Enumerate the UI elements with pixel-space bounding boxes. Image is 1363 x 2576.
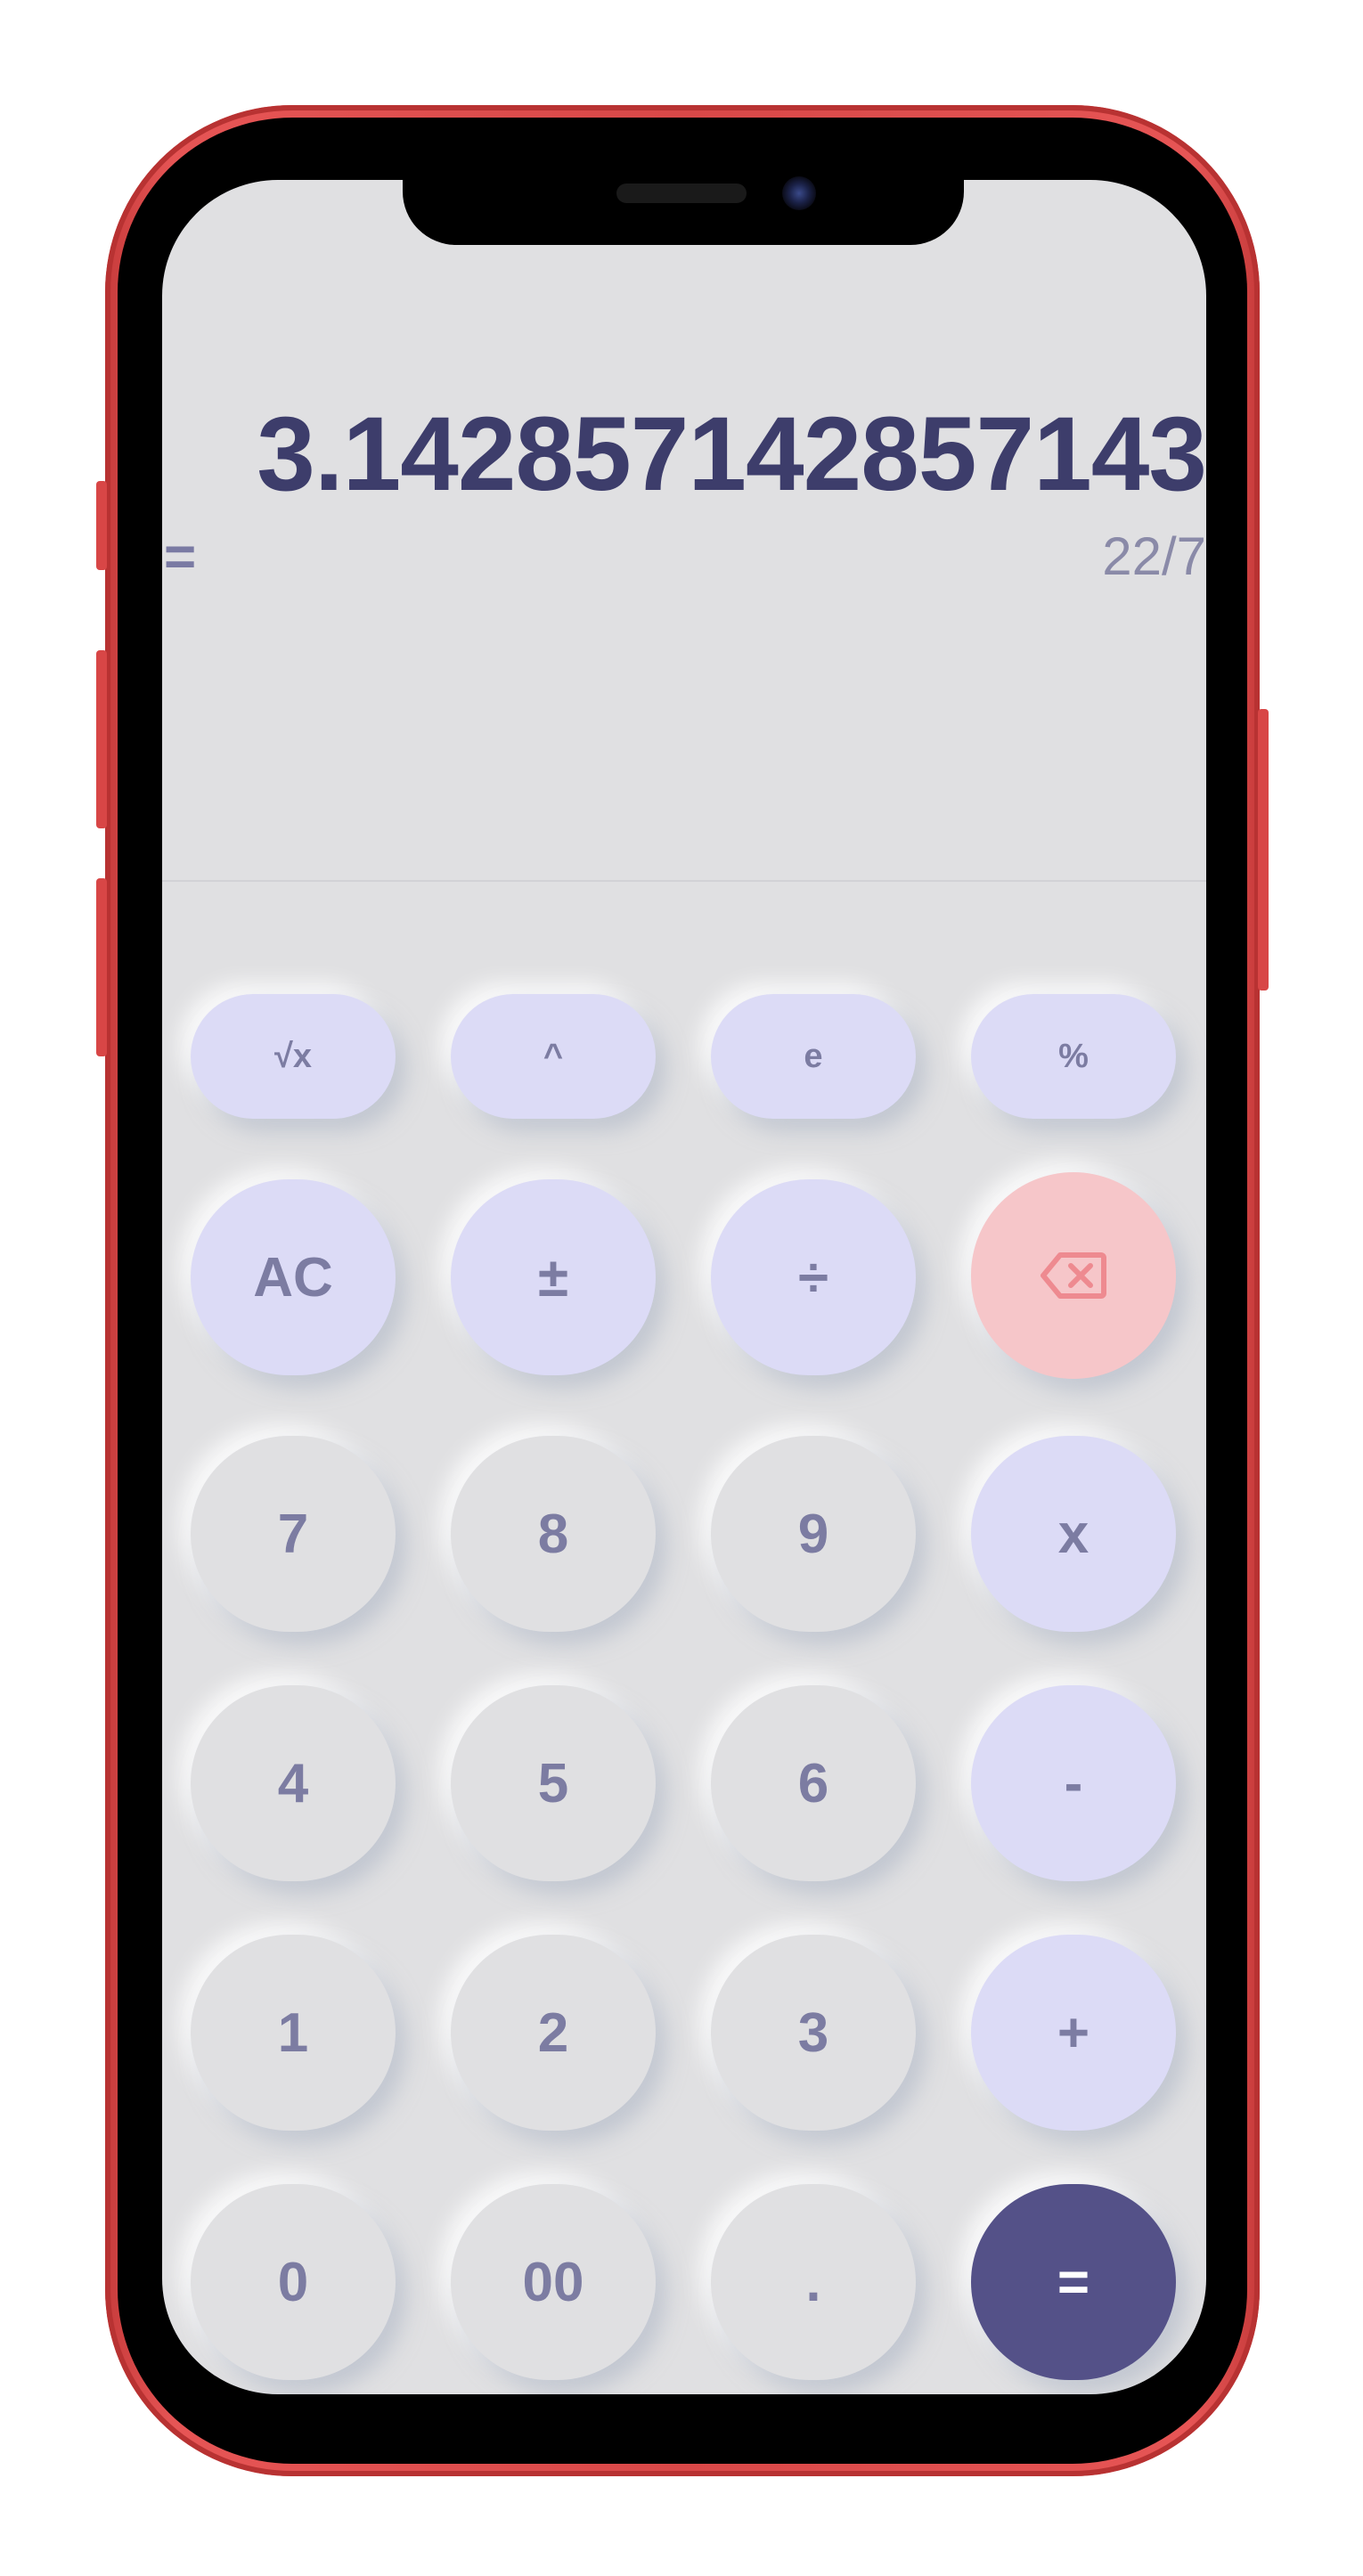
- multiply-button[interactable]: x: [971, 1436, 1176, 1632]
- digit-0-button[interactable]: 0: [191, 2184, 396, 2380]
- digit-4-button[interactable]: 4: [191, 1685, 396, 1881]
- expression-text: 22/7: [1102, 526, 1206, 586]
- add-button[interactable]: +: [971, 1935, 1176, 2131]
- mute-switch: [96, 481, 107, 570]
- digit-3-button[interactable]: 3: [711, 1935, 916, 2131]
- volume-up-button: [96, 650, 107, 828]
- digit-9-button[interactable]: 9: [711, 1436, 916, 1632]
- backspace-button[interactable]: [971, 1172, 1176, 1379]
- calculator-screen: 3.142857142857143 = 22/7 √x ^ e % AC ± ÷…: [162, 180, 1206, 2394]
- front-camera: [782, 176, 816, 210]
- digit-7-button[interactable]: 7: [191, 1436, 396, 1632]
- digit-6-button[interactable]: 6: [711, 1685, 916, 1881]
- digit-5-button[interactable]: 5: [451, 1685, 656, 1881]
- volume-down-button: [96, 878, 107, 1056]
- euler-button[interactable]: e: [711, 994, 916, 1119]
- equals-button[interactable]: =: [971, 2184, 1176, 2380]
- backspace-icon: [1041, 1252, 1106, 1299]
- display-panel: 3.142857142857143 = 22/7: [162, 180, 1206, 882]
- subtract-button[interactable]: -: [971, 1685, 1176, 1881]
- sign-toggle-button[interactable]: ±: [451, 1179, 656, 1375]
- clear-button[interactable]: AC: [191, 1179, 396, 1375]
- power-button: [1258, 709, 1269, 990]
- equals-indicator: =: [164, 526, 197, 588]
- double-zero-button[interactable]: 00: [451, 2184, 656, 2380]
- digit-8-button[interactable]: 8: [451, 1436, 656, 1632]
- divide-button[interactable]: ÷: [711, 1179, 916, 1375]
- percent-button[interactable]: %: [971, 994, 1176, 1119]
- digit-2-button[interactable]: 2: [451, 1935, 656, 2131]
- result-value: 3.142857142857143: [257, 395, 1206, 513]
- power-operator-button[interactable]: ^: [451, 994, 656, 1119]
- decimal-point-button[interactable]: .: [711, 2184, 916, 2380]
- sqrt-button[interactable]: √x: [191, 994, 396, 1119]
- speaker-grille: [616, 183, 747, 203]
- digit-1-button[interactable]: 1: [191, 1935, 396, 2131]
